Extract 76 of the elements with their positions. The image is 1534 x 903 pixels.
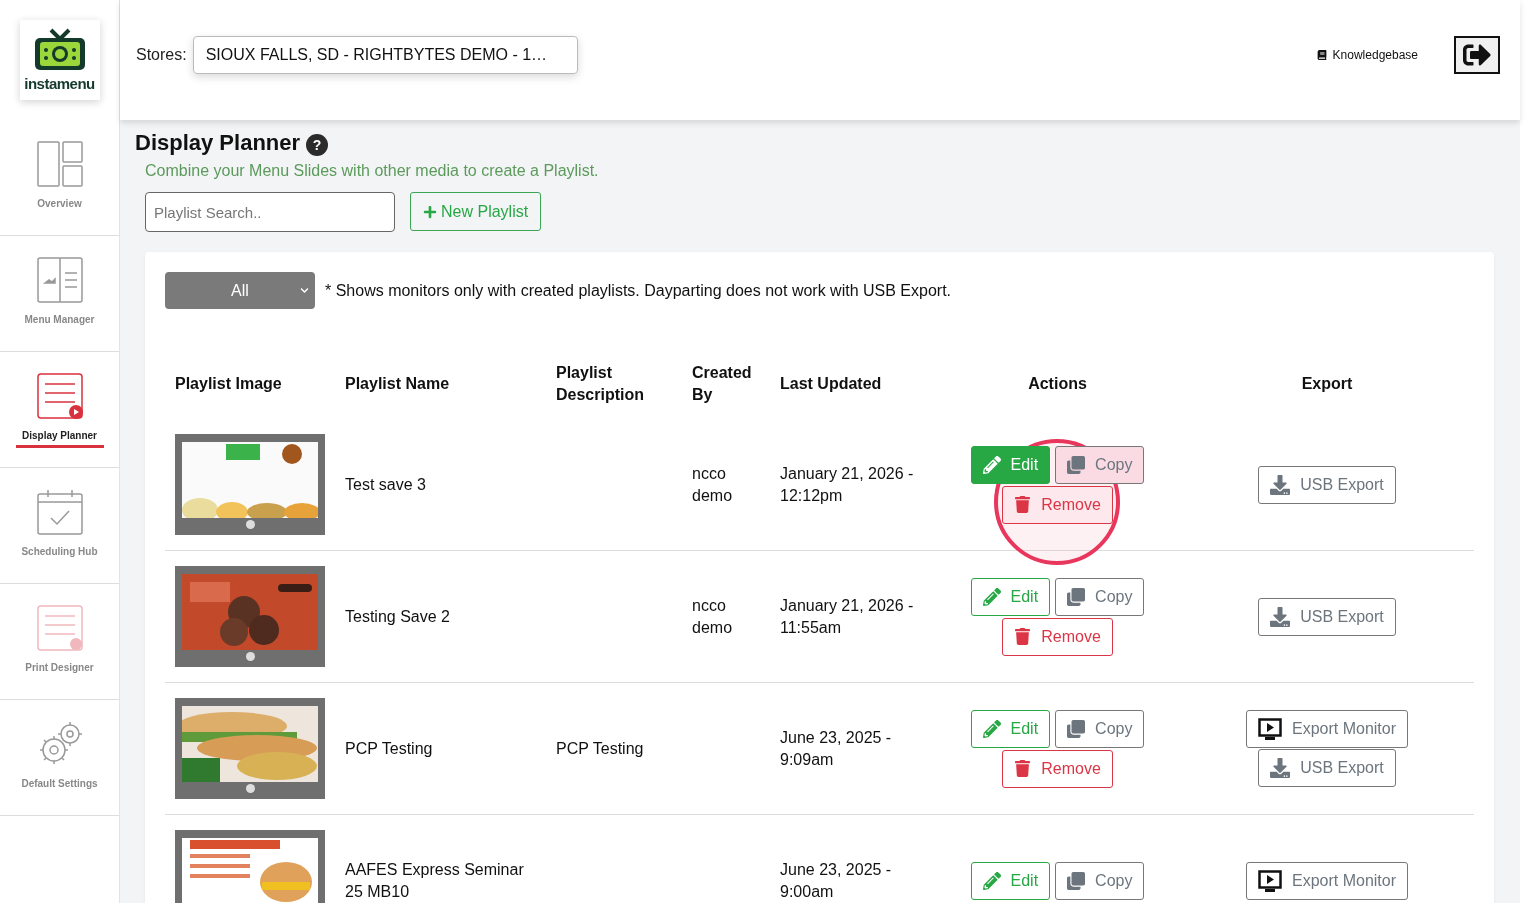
calendar-icon bbox=[35, 487, 84, 536]
usb-export-button[interactable]: USB Export bbox=[1258, 749, 1396, 787]
playlist-name: Testing Save 2 bbox=[345, 606, 450, 627]
usb-export-button[interactable]: USB Export bbox=[1258, 465, 1396, 504]
plus-icon bbox=[423, 204, 437, 219]
trash-icon bbox=[1014, 628, 1032, 645]
column-header: Playlist Name bbox=[345, 374, 450, 394]
created-by: ncco demo bbox=[692, 595, 734, 638]
stores-label: Stores: bbox=[136, 46, 187, 64]
pencil-icon bbox=[982, 871, 1001, 890]
copy-icon bbox=[1067, 719, 1086, 738]
logo-text: instamenu bbox=[24, 75, 95, 92]
copy-button[interactable]: Copy bbox=[1055, 445, 1145, 484]
column-header: Playlist Image bbox=[175, 374, 282, 394]
copy-icon bbox=[1067, 871, 1086, 890]
remove-button[interactable]: Remove bbox=[1002, 749, 1113, 788]
sidebar-item[interactable]: Display Planner bbox=[0, 352, 119, 468]
knowledgebase-link[interactable]: Knowledgebase bbox=[1316, 48, 1418, 62]
logout-button[interactable] bbox=[1454, 36, 1500, 74]
chevron-icon bbox=[300, 286, 309, 295]
monitor-play-icon bbox=[1257, 869, 1282, 892]
sidebar-item[interactable]: Default Settings bbox=[0, 700, 119, 816]
remove-button[interactable]: Remove bbox=[1002, 485, 1113, 524]
copy-button[interactable]: Copy bbox=[1055, 577, 1145, 616]
playlist-name: PCP Testing bbox=[345, 738, 433, 759]
copy-button[interactable]: Copy bbox=[1055, 861, 1145, 900]
created-by: ncco demo bbox=[692, 463, 734, 506]
edit-button[interactable]: Edit bbox=[970, 709, 1051, 748]
copy-icon bbox=[1067, 587, 1086, 606]
playlist-description: PCP Testing bbox=[556, 738, 644, 759]
edit-button[interactable]: Edit bbox=[970, 577, 1051, 616]
last-updated: June 23, 2025 - 9:09am bbox=[780, 727, 893, 770]
trash-icon bbox=[1014, 496, 1032, 513]
book-icon bbox=[1316, 50, 1327, 60]
page-subtitle: Combine your Menu Slides with other media to create a Playlist. bbox=[145, 162, 600, 180]
playlist-name: AAFES Express Seminar 25 MB10 bbox=[345, 859, 525, 902]
page-title: Display Planner bbox=[135, 130, 301, 156]
sidebar-item[interactable]: Menu Manager bbox=[0, 236, 119, 352]
copy-button[interactable]: Copy bbox=[1055, 709, 1145, 748]
playlist-icon bbox=[35, 371, 84, 420]
pencil-icon bbox=[982, 587, 1001, 606]
edit-button[interactable]: Edit bbox=[970, 861, 1051, 900]
filter-note: * Shows monitors only with created playlists. Dayparting does not work with USB Export. bbox=[325, 281, 952, 300]
download-icon bbox=[1270, 474, 1291, 495]
playlist-name: Test save 3 bbox=[345, 474, 426, 495]
monitor-play-icon bbox=[1257, 718, 1282, 740]
column-header: Playlist Description bbox=[556, 363, 645, 405]
column-header: Actions bbox=[1028, 374, 1087, 394]
new-playlist-button[interactable]: New Playlist bbox=[410, 192, 542, 231]
sidebar-item[interactable]: Overview bbox=[0, 120, 119, 236]
column-header: Created By bbox=[692, 363, 753, 405]
export-monitor-button[interactable]: Export Monitor bbox=[1245, 861, 1408, 900]
pencil-icon bbox=[982, 719, 1001, 738]
edit-button[interactable]: Edit bbox=[970, 445, 1051, 484]
trash-icon bbox=[1014, 760, 1032, 777]
layout-icon bbox=[35, 139, 84, 188]
store-select[interactable]: SIOUX FALLS, SD - RIGHTBYTES DEMO - 1… bbox=[192, 36, 578, 74]
menu-layout-icon bbox=[35, 255, 84, 304]
copy-icon bbox=[1067, 455, 1086, 474]
last-updated: January 21, 2026 - 12:12pm bbox=[780, 463, 915, 506]
download-icon bbox=[1270, 758, 1291, 778]
document-icon bbox=[35, 603, 84, 652]
help-icon[interactable]: ? bbox=[306, 133, 329, 156]
column-header: Export bbox=[1301, 374, 1353, 394]
sidebar-item[interactable]: Scheduling Hub bbox=[0, 468, 119, 584]
filter-select[interactable]: All bbox=[165, 272, 315, 309]
remove-button[interactable]: Remove bbox=[1002, 617, 1113, 656]
sidebar-item[interactable]: Print Designer bbox=[0, 584, 119, 700]
download-icon bbox=[1270, 606, 1291, 627]
usb-export-button[interactable]: USB Export bbox=[1258, 597, 1396, 636]
last-updated: June 23, 2025 - 9:00am bbox=[780, 859, 893, 902]
last-updated: January 21, 2026 - 11:55am bbox=[780, 595, 915, 638]
search-field[interactable]: Playlist Search.. bbox=[145, 192, 395, 232]
export-monitor-button[interactable]: Export Monitor bbox=[1245, 710, 1408, 748]
pencil-icon bbox=[982, 455, 1001, 474]
column-header: Last Updated bbox=[780, 374, 882, 394]
